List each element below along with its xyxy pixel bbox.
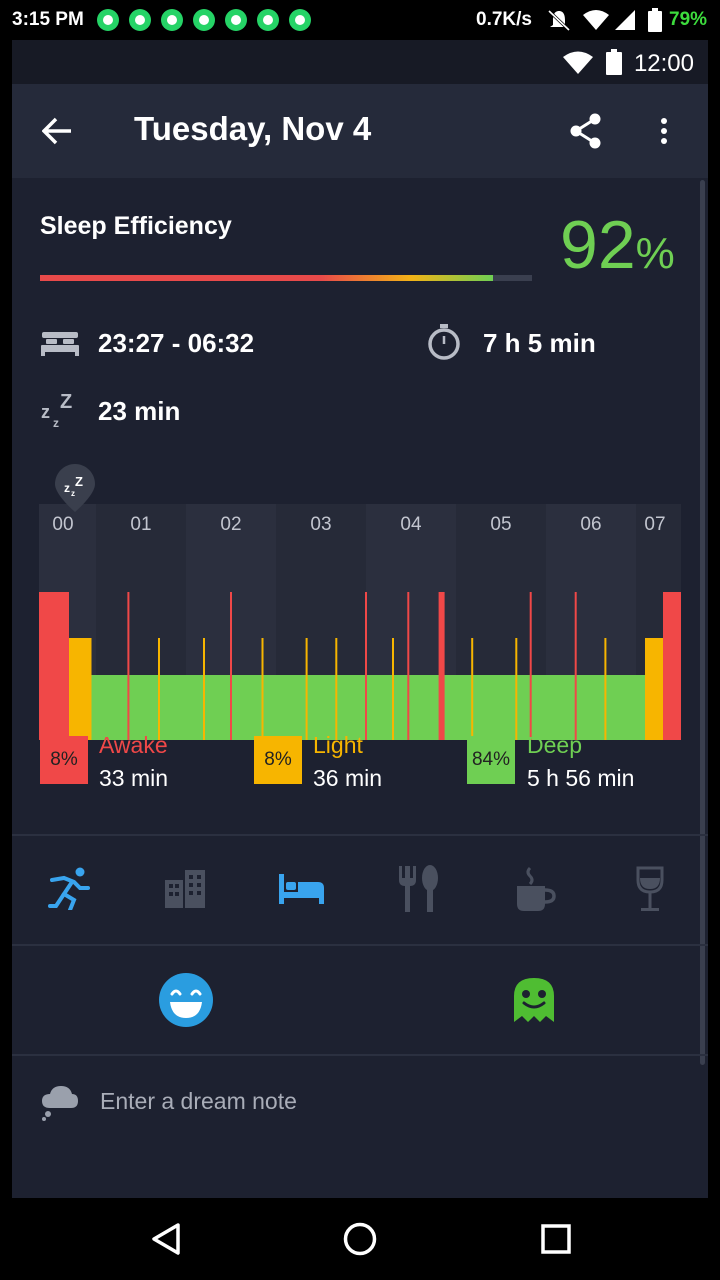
awake-percent-badge: 8% bbox=[40, 736, 88, 784]
bed-icon[interactable] bbox=[278, 874, 326, 904]
awake-spike bbox=[574, 592, 577, 740]
hypnogram-svg bbox=[39, 592, 681, 740]
efficiency-number: 92 bbox=[560, 207, 636, 283]
svg-text:z: z bbox=[71, 489, 75, 498]
network-speed: 0.7K/s bbox=[476, 9, 532, 30]
running-icon[interactable] bbox=[48, 866, 92, 910]
deep-legend-label: Deep bbox=[527, 732, 582, 758]
svg-text:Z: Z bbox=[75, 474, 83, 489]
awake-spike bbox=[365, 592, 367, 740]
light-legend-label: Light bbox=[313, 732, 363, 758]
battery-percent: 79% bbox=[669, 9, 708, 30]
svg-text:z: z bbox=[41, 402, 50, 422]
cell-signal-icon bbox=[615, 10, 635, 30]
light-spike bbox=[335, 638, 338, 740]
awake-spike bbox=[127, 592, 130, 740]
sleep-hypnogram-chart: 00 01 02 03 04 05 06 07 z z Z bbox=[39, 458, 681, 740]
mood-row bbox=[12, 946, 708, 1054]
sleep-record-screen: 12:00 Tuesday, Nov 4 Sleep Efficiency 92… bbox=[12, 40, 708, 1198]
ghost-monster-icon[interactable] bbox=[512, 976, 556, 1024]
system-nav-bar bbox=[0, 1198, 720, 1280]
more-options-icon[interactable] bbox=[660, 117, 668, 145]
whatsapp-notification-icon bbox=[97, 9, 119, 31]
whatsapp-notification-icon bbox=[289, 9, 311, 31]
cloud-thought-icon bbox=[42, 1086, 78, 1121]
inner-status-time: 12:00 bbox=[633, 50, 694, 77]
efficiency-value: 92% bbox=[560, 206, 675, 284]
awake-duration: 33 min bbox=[99, 765, 169, 791]
light-spike bbox=[604, 638, 607, 740]
food-icon[interactable] bbox=[396, 864, 440, 914]
deep-duration: 5 h 56 min bbox=[527, 765, 635, 791]
efficiency-bar bbox=[40, 275, 532, 281]
bed-icon bbox=[41, 332, 79, 356]
stopwatch-icon bbox=[428, 324, 460, 360]
efficiency-unit: % bbox=[635, 229, 675, 278]
whatsapp-notification-icon bbox=[225, 9, 247, 31]
share-icon[interactable] bbox=[568, 112, 604, 150]
mute-bell-icon bbox=[547, 9, 571, 32]
light-segment bbox=[69, 638, 92, 740]
awake-spike bbox=[407, 592, 410, 740]
deep-segment bbox=[91, 675, 645, 740]
light-spike bbox=[261, 638, 264, 740]
awake-spike bbox=[529, 592, 532, 740]
whatsapp-notification-icon bbox=[193, 9, 215, 31]
light-spike bbox=[515, 638, 518, 740]
svg-text:z: z bbox=[53, 416, 59, 430]
home-nav-icon[interactable] bbox=[343, 1222, 377, 1256]
divider bbox=[12, 1054, 708, 1056]
battery-icon bbox=[606, 49, 622, 75]
snore-duration: 23 min bbox=[98, 396, 181, 426]
coffee-icon[interactable] bbox=[514, 866, 556, 912]
awake-segment bbox=[39, 592, 69, 740]
snore-marker-icon[interactable]: z z Z bbox=[53, 462, 97, 514]
light-percent-badge: 8% bbox=[254, 736, 302, 784]
awake-spike bbox=[230, 592, 232, 740]
light-duration: 36 min bbox=[313, 765, 383, 791]
light-spike bbox=[305, 638, 308, 740]
whatsapp-notification-icon bbox=[257, 9, 279, 31]
dream-note-input[interactable] bbox=[98, 1080, 622, 1122]
sleep-duration: 7 h 5 min bbox=[483, 328, 596, 358]
svg-text:Z: Z bbox=[60, 391, 72, 413]
battery-icon bbox=[648, 8, 662, 32]
back-nav-icon[interactable] bbox=[150, 1222, 182, 1256]
inner-status-bar: 12:00 bbox=[12, 40, 708, 84]
tag-row bbox=[12, 836, 708, 944]
whatsapp-notification-icon bbox=[129, 9, 151, 31]
awake-legend-label: Awake bbox=[99, 732, 168, 758]
smiley-face-icon[interactable] bbox=[158, 972, 214, 1028]
whatsapp-notification-icon bbox=[161, 9, 183, 31]
awake-wide-spike bbox=[438, 592, 445, 740]
snore-zzz-icon: z z Z bbox=[41, 391, 72, 430]
recents-nav-icon[interactable] bbox=[541, 1224, 571, 1254]
system-status-bar: 3:15 PM 0.7K/s 79% bbox=[0, 0, 720, 40]
svg-text:z: z bbox=[64, 481, 70, 495]
light-spike bbox=[158, 638, 160, 740]
wifi-icon bbox=[583, 10, 609, 30]
wifi-icon bbox=[563, 51, 593, 74]
page-title: Tuesday, Nov 4 bbox=[134, 110, 372, 147]
building-icon[interactable] bbox=[164, 868, 206, 908]
light-spike bbox=[203, 638, 205, 740]
light-spike bbox=[392, 638, 394, 740]
deep-percent-badge: 84% bbox=[467, 736, 515, 784]
wine-icon[interactable] bbox=[636, 866, 664, 914]
light-segment bbox=[645, 638, 663, 740]
efficiency-bar-fill bbox=[40, 275, 493, 281]
app-toolbar: Tuesday, Nov 4 bbox=[12, 84, 708, 178]
sleep-time-range: 23:27 - 06:32 bbox=[98, 328, 255, 358]
status-time: 3:15 PM bbox=[12, 9, 84, 30]
awake-segment bbox=[663, 592, 681, 740]
back-arrow-icon[interactable] bbox=[42, 117, 72, 145]
efficiency-label: Sleep Efficiency bbox=[40, 212, 232, 240]
light-spike bbox=[471, 638, 474, 740]
